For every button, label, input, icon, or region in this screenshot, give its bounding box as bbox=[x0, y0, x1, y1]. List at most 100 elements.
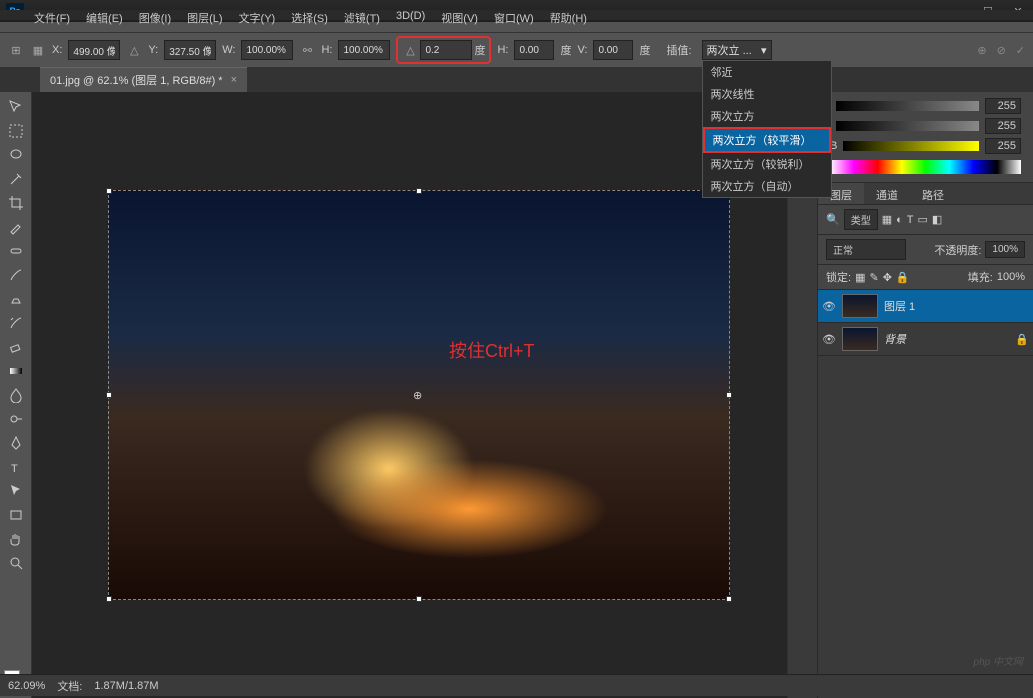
lasso-tool[interactable] bbox=[4, 144, 28, 166]
dodge-tool[interactable] bbox=[4, 408, 28, 430]
menu-image[interactable]: 图像(I) bbox=[139, 10, 171, 26]
document-canvas[interactable]: 按住Ctrl+T ⊕ bbox=[108, 190, 730, 600]
transform-handle-e[interactable] bbox=[726, 392, 732, 398]
tab-channels[interactable]: 通道 bbox=[864, 183, 910, 204]
lock-all-icon[interactable]: 🔒 bbox=[896, 271, 910, 284]
menu-window[interactable]: 窗口(W) bbox=[494, 10, 534, 26]
color-spectrum[interactable] bbox=[830, 160, 1021, 174]
layer-item[interactable]: 👁 背景 🔒 bbox=[818, 323, 1033, 356]
color-value-b[interactable]: 255 bbox=[985, 138, 1021, 154]
menu-filter[interactable]: 滤镜(T) bbox=[344, 10, 380, 26]
menu-type[interactable]: 文字(Y) bbox=[239, 10, 276, 26]
transform-handle-nw[interactable] bbox=[106, 188, 112, 194]
skew-v-input[interactable] bbox=[593, 40, 633, 60]
interp-opt-bicubic-sharper[interactable]: 两次立方（较锐利） bbox=[703, 153, 831, 175]
transform-handle-se[interactable] bbox=[726, 596, 732, 602]
cancel-transform-icon[interactable]: ⊘ bbox=[997, 44, 1006, 57]
color-slider-b[interactable] bbox=[843, 141, 979, 151]
filter-smart-icon[interactable]: ◧ bbox=[932, 213, 942, 226]
options-bar: ⊞ ▦ X: △ Y: W: ⚯ H: △ 度 H: 度 V: 度 插值: 两次… bbox=[0, 32, 1033, 68]
lock-pixels-icon[interactable]: ✎ bbox=[869, 271, 878, 284]
layer-thumbnail[interactable] bbox=[842, 327, 878, 351]
document-tab[interactable]: 01.jpg @ 62.1% (图层 1, RGB/8#) * × bbox=[40, 67, 247, 92]
filter-adjust-icon[interactable]: ◐ bbox=[896, 214, 903, 226]
color-value-2[interactable]: 255 bbox=[985, 118, 1021, 134]
doc-info-value[interactable]: 1.87M/1.87M bbox=[94, 680, 158, 692]
transform-handle-sw[interactable] bbox=[106, 596, 112, 602]
transform-handle-n[interactable] bbox=[416, 188, 422, 194]
interp-opt-bicubic[interactable]: 两次立方 bbox=[703, 105, 831, 127]
magic-wand-tool[interactable] bbox=[4, 168, 28, 190]
skew-h-input[interactable] bbox=[514, 40, 554, 60]
transform-handle-w[interactable] bbox=[106, 392, 112, 398]
color-slider[interactable] bbox=[836, 121, 979, 131]
brush-tool[interactable] bbox=[4, 264, 28, 286]
x-label: X: bbox=[52, 44, 62, 56]
filter-kind-select[interactable]: 类型 bbox=[844, 209, 878, 230]
move-tool[interactable] bbox=[4, 96, 28, 118]
layer-name[interactable]: 背景 bbox=[884, 331, 906, 347]
y-input[interactable] bbox=[164, 40, 216, 60]
zoom-tool[interactable] bbox=[4, 552, 28, 574]
angle-input[interactable] bbox=[420, 40, 472, 60]
transform-center-icon[interactable]: ⊕ bbox=[413, 389, 422, 402]
clone-stamp-tool[interactable] bbox=[4, 288, 28, 310]
menu-edit[interactable]: 编辑(E) bbox=[86, 10, 123, 26]
reference-point-icon[interactable]: ▦ bbox=[30, 42, 46, 58]
tab-paths[interactable]: 路径 bbox=[910, 183, 956, 204]
canvas-area[interactable]: 按住Ctrl+T ⊕ bbox=[32, 92, 787, 698]
color-value-1[interactable]: 255 bbox=[985, 98, 1021, 114]
h-input[interactable] bbox=[338, 40, 390, 60]
menu-file[interactable]: 文件(F) bbox=[34, 10, 70, 26]
marquee-tool[interactable] bbox=[4, 120, 28, 142]
warp-mode-icon[interactable]: ⊕ bbox=[977, 44, 986, 57]
fill-value[interactable]: 100% bbox=[997, 271, 1025, 283]
transform-handle-s[interactable] bbox=[416, 596, 422, 602]
zoom-level[interactable]: 62.09% bbox=[8, 680, 45, 692]
blend-mode-select[interactable]: 正常 bbox=[826, 239, 906, 260]
pen-tool[interactable] bbox=[4, 432, 28, 454]
commit-transform-icon[interactable]: ✓ bbox=[1016, 44, 1025, 57]
menu-view[interactable]: 视图(V) bbox=[441, 10, 478, 26]
layer-name[interactable]: 图层 1 bbox=[884, 298, 915, 314]
interpolation-dropdown[interactable]: 两次立 ... ▾ bbox=[702, 40, 772, 60]
filter-type-icon[interactable]: T bbox=[907, 214, 914, 226]
crop-tool[interactable] bbox=[4, 192, 28, 214]
tab-close-icon[interactable]: × bbox=[231, 74, 237, 86]
interp-opt-bicubic-smoother[interactable]: 两次立方（较平滑） bbox=[703, 127, 831, 153]
blur-tool[interactable] bbox=[4, 384, 28, 406]
path-selection-tool[interactable] bbox=[4, 480, 28, 502]
menu-select[interactable]: 选择(S) bbox=[291, 10, 328, 26]
menu-layer[interactable]: 图层(L) bbox=[187, 10, 222, 26]
menu-3d[interactable]: 3D(D) bbox=[396, 10, 425, 22]
eyedropper-tool[interactable] bbox=[4, 216, 28, 238]
opacity-value[interactable]: 100% bbox=[985, 241, 1025, 258]
history-brush-tool[interactable] bbox=[4, 312, 28, 334]
color-slider[interactable] bbox=[836, 101, 979, 111]
healing-brush-tool[interactable] bbox=[4, 240, 28, 262]
menu-help[interactable]: 帮助(H) bbox=[550, 10, 587, 26]
rectangle-tool[interactable] bbox=[4, 504, 28, 526]
tools-panel: T bbox=[0, 92, 32, 698]
filter-shape-icon[interactable]: ▭ bbox=[918, 213, 928, 226]
gradient-tool[interactable] bbox=[4, 360, 28, 382]
lock-transparency-icon[interactable]: ▦ bbox=[855, 271, 865, 284]
eraser-tool[interactable] bbox=[4, 336, 28, 358]
search-icon[interactable]: 🔍 bbox=[826, 213, 840, 226]
filter-pixel-icon[interactable]: ▦ bbox=[882, 213, 892, 226]
interp-opt-bicubic-auto[interactable]: 两次立方（自动） bbox=[703, 175, 831, 197]
swap-xy-icon[interactable]: △ bbox=[126, 42, 142, 58]
visibility-icon[interactable]: 👁 bbox=[822, 333, 836, 346]
visibility-icon[interactable]: 👁 bbox=[822, 300, 836, 313]
w-input[interactable] bbox=[241, 40, 293, 60]
type-tool[interactable]: T bbox=[4, 456, 28, 478]
hand-tool[interactable] bbox=[4, 528, 28, 550]
layer-thumbnail[interactable] bbox=[842, 294, 878, 318]
x-input[interactable] bbox=[68, 40, 120, 60]
interp-opt-nearest[interactable]: 邻近 bbox=[703, 61, 831, 83]
annotation-text: 按住Ctrl+T bbox=[449, 337, 535, 363]
layer-item[interactable]: 👁 图层 1 bbox=[818, 290, 1033, 323]
interp-opt-bilinear[interactable]: 两次线性 bbox=[703, 83, 831, 105]
lock-position-icon[interactable]: ✥ bbox=[883, 271, 892, 284]
link-wh-icon[interactable]: ⚯ bbox=[299, 42, 315, 58]
